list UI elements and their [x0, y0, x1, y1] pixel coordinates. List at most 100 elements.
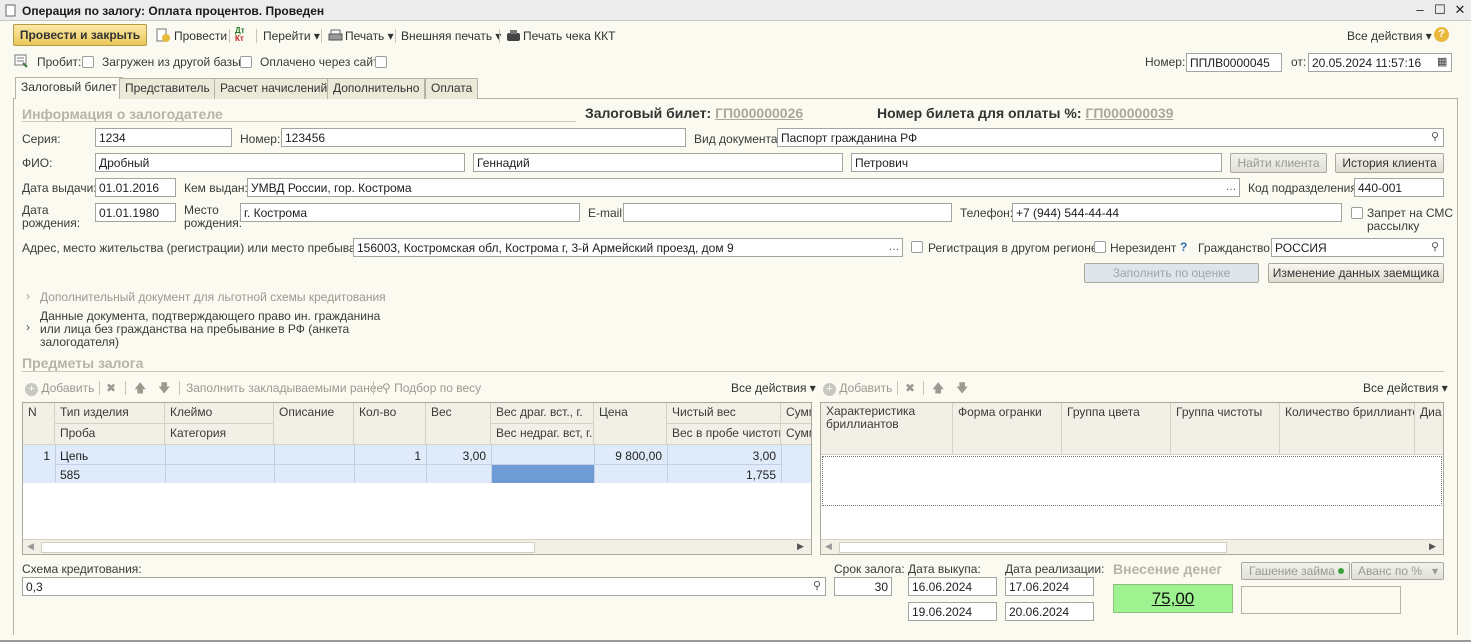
col-weight[interactable]: Вес — [426, 403, 491, 445]
birth-place-input[interactable]: г. Кострома — [240, 203, 580, 222]
middle-name-input[interactable]: Петрович — [851, 153, 1222, 172]
chevron-right-icon[interactable]: › — [26, 289, 30, 303]
other-region-checkbox[interactable] — [911, 241, 923, 253]
issued-by-input[interactable]: УМВД России, гор. Кострома — [247, 178, 1240, 197]
col-n[interactable]: N — [23, 403, 55, 445]
tab-additional[interactable]: Дополнительно — [327, 78, 426, 99]
add-item-button[interactable]: + Добавить — [25, 380, 94, 396]
items-all-actions-menu[interactable]: Все действия ▾ — [731, 380, 816, 396]
items-table[interactable]: N Тип изделия Проба Клеймо Категория Опи… — [22, 402, 812, 555]
close-button[interactable]: ✕ — [1452, 3, 1468, 17]
birth-date-input[interactable]: 01.01.1980 — [95, 203, 176, 222]
diamonds-table[interactable]: Характеристика бриллиантов Форма огранки… — [820, 402, 1444, 555]
col-type[interactable]: Тип изделия — [55, 403, 165, 424]
calendar-icon[interactable]: ▦ — [1437, 55, 1447, 68]
diamonds-all-actions-menu[interactable]: Все действия ▾ — [1363, 380, 1448, 396]
minimize-button[interactable]: – — [1412, 3, 1428, 17]
pay-ticket-link[interactable]: ГП000000039 — [1085, 105, 1173, 121]
fill-eval-button[interactable]: Заполнить по оценке — [1084, 263, 1259, 283]
last-name-input[interactable]: Дробный — [95, 153, 465, 172]
col-net-probe[interactable]: Вес в пробе чистоты — [667, 424, 781, 445]
col-cut[interactable]: Форма огранки — [953, 403, 1062, 455]
chevron-right-icon[interactable]: › — [26, 320, 30, 334]
loaded-checkbox[interactable] — [240, 56, 252, 68]
dt-kt-icon[interactable]: Дт Кт — [235, 27, 245, 43]
scheme-input[interactable]: 0,3 — [22, 577, 826, 596]
col-color[interactable]: Группа цвета — [1062, 403, 1171, 455]
address-input[interactable]: 156003, Костромская обл, Кострома г, 3-й… — [353, 238, 903, 257]
col-count[interactable]: Количество бриллиантов — [1280, 403, 1415, 455]
col-sum[interactable]: Сумм — [781, 403, 811, 424]
scroll-thumb[interactable] — [839, 542, 1227, 553]
scroll-right-icon[interactable]: ▶ — [797, 541, 804, 552]
fill-prev-button[interactable]: Заполнить закладываемыми ранее — [186, 380, 383, 396]
external-print-menu[interactable]: Внешняя печать ▾ — [401, 27, 501, 45]
sms-ban-checkbox[interactable] — [1351, 207, 1363, 219]
doc-type-input[interactable]: Паспорт гражданина РФ — [777, 128, 1444, 147]
print-check-button[interactable]: Печать чека ККТ — [523, 27, 615, 45]
advance-dropdown[interactable]: Аванс по % ▾ — [1351, 562, 1444, 580]
ellipsis-icon[interactable]: … — [1223, 179, 1239, 196]
post-and-close-button[interactable]: Провести и закрыть — [13, 24, 147, 46]
term-input[interactable]: 30 — [834, 577, 892, 596]
weight-pick-button[interactable]: ⚲ Подбор по весу — [382, 380, 481, 396]
search-icon[interactable]: ⚲ — [1427, 239, 1443, 256]
col-dia[interactable]: Диа — [1415, 403, 1443, 455]
buyout-date-2[interactable]: 19.06.2024 — [908, 602, 997, 621]
repay-loan-toggle[interactable]: Гашение займа — [1241, 562, 1350, 580]
series-input[interactable]: 1234 — [95, 128, 232, 147]
tab-payment[interactable]: Оплата — [425, 78, 479, 99]
issue-date-input[interactable]: 01.01.2016 — [95, 178, 176, 197]
tab-representative[interactable]: Представитель — [119, 78, 216, 99]
arrow-down-icon[interactable]: 🡇 — [158, 380, 170, 396]
col-qty[interactable]: Кол-во — [354, 403, 426, 445]
citizenship-input[interactable]: РОССИЯ — [1271, 238, 1444, 257]
maximize-button[interactable]: ☐ — [1432, 3, 1448, 17]
goto-menu[interactable]: Перейти ▾ — [263, 27, 320, 45]
arrow-up-icon[interactable]: 🡅 — [134, 380, 146, 396]
col-sum2[interactable]: Сумм — [781, 424, 811, 445]
col-net[interactable]: Чистый вес — [667, 403, 781, 424]
ticket-link[interactable]: ГП000000026 — [715, 105, 803, 121]
deposit-amount[interactable]: 75,00 — [1113, 584, 1233, 613]
col-price[interactable]: Цена — [594, 403, 667, 445]
col-probe[interactable]: Проба — [55, 424, 165, 445]
doc-number-input[interactable]: ППЛВ0000045 — [1186, 53, 1282, 72]
delete-icon[interactable]: ✖ — [905, 380, 915, 396]
sale-date-1[interactable]: 17.06.2024 — [1005, 577, 1094, 596]
table-row[interactable]: 1 Цепь 585 1 3,00 9 800,00 3,00 1,755 — [23, 445, 811, 483]
foreign-doc-link[interactable]: Данные документа, подтверждающего право … — [40, 310, 380, 349]
scroll-left-icon[interactable]: ◀ — [825, 541, 832, 552]
nonresident-checkbox[interactable] — [1094, 241, 1106, 253]
delete-icon[interactable]: ✖ — [106, 380, 116, 396]
help-icon[interactable]: ? — [1434, 27, 1449, 42]
search-icon[interactable]: ⚲ — [1427, 129, 1443, 146]
find-client-button[interactable]: Найти клиента — [1230, 153, 1327, 173]
col-clarity[interactable]: Группа чистоты — [1171, 403, 1280, 455]
h-scrollbar[interactable]: ◀ ▶ — [821, 539, 1443, 554]
benefit-doc-link[interactable]: Дополнительный документ для льготной схе… — [40, 290, 386, 304]
ellipsis-icon[interactable]: … — [886, 239, 902, 256]
scroll-left-icon[interactable]: ◀ — [27, 541, 34, 552]
sale-date-2[interactable]: 20.06.2024 — [1005, 602, 1094, 621]
passport-number-input[interactable]: 123456 — [281, 128, 686, 147]
col-nonprecious[interactable]: Вес недраг. вст, г. — [491, 424, 594, 445]
doc-date-input[interactable]: 20.05.2024 11:57:16 — [1308, 53, 1452, 72]
phone-input[interactable]: +7 (944) 544-44-44 — [1012, 203, 1342, 222]
selected-cell[interactable] — [491, 465, 594, 483]
col-description[interactable]: Описание — [274, 403, 354, 445]
col-stamp[interactable]: Клеймо — [165, 403, 274, 424]
first-name-input[interactable]: Геннадий — [473, 153, 843, 172]
dept-code-input[interactable]: 440-001 — [1354, 178, 1444, 197]
arrow-down-icon[interactable]: 🡇 — [956, 380, 968, 396]
help-icon[interactable]: ? — [1180, 240, 1187, 254]
scroll-thumb[interactable] — [41, 542, 535, 553]
all-actions-menu[interactable]: Все действия ▾ — [1347, 27, 1432, 45]
col-diamond-char[interactable]: Характеристика бриллиантов — [821, 403, 953, 455]
change-borrower-button[interactable]: Изменение данных заемщика — [1268, 263, 1444, 283]
empty-row[interactable] — [822, 456, 1442, 506]
arrow-up-icon[interactable]: 🡅 — [932, 380, 944, 396]
add-diamond-button[interactable]: + Добавить — [823, 380, 892, 396]
print-menu[interactable]: Печать ▾ — [345, 27, 394, 45]
client-history-button[interactable]: История клиента — [1335, 153, 1444, 173]
